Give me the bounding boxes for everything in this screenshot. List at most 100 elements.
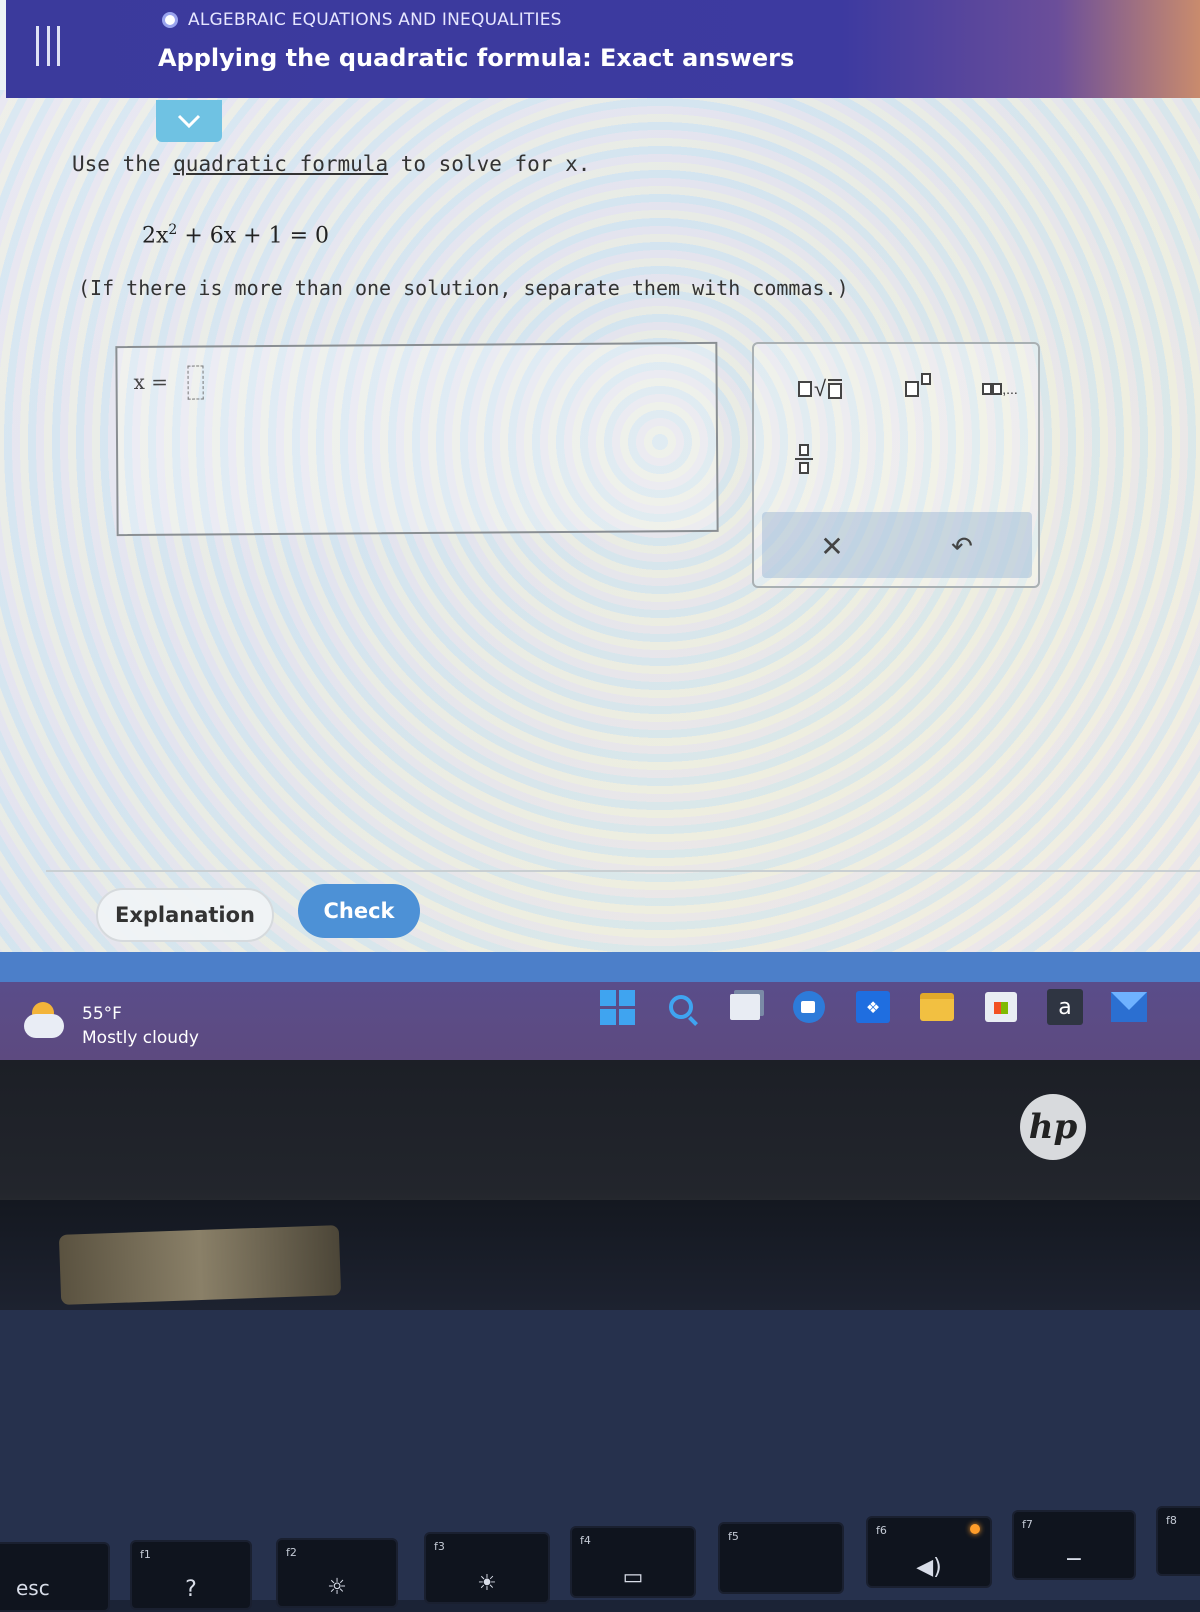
list-button[interactable]: ,... [960, 374, 1040, 404]
key-fn-label: f8 [1166, 1514, 1177, 1527]
screen: ALGEBRAIC EQUATIONS AND INEQUALITIES App… [0, 0, 1200, 1060]
help-icon: ? [185, 1577, 197, 1602]
denominator-box-icon [799, 462, 809, 474]
file-explorer-button[interactable] [918, 988, 956, 1026]
box-placeholder-icon [905, 381, 919, 397]
mail-app-button[interactable] [1110, 988, 1148, 1026]
equation-term: 2x [142, 223, 169, 249]
menu-button[interactable] [28, 26, 68, 68]
windows-logo-icon [599, 989, 635, 1025]
meet-app-button[interactable] [790, 988, 828, 1026]
key-f6[interactable]: f6 ◀) [866, 1516, 992, 1588]
menu-icon-bar [57, 26, 60, 66]
search-icon [669, 995, 693, 1019]
hp-logo: hp [1020, 1094, 1086, 1160]
topic-dot-icon [162, 12, 178, 28]
weather-temperature: 55°F [82, 1004, 122, 1024]
close-icon: ✕ [820, 530, 844, 562]
superscript-box-icon [921, 373, 931, 385]
key-f7[interactable]: f7 − [1012, 1510, 1136, 1580]
key-f5[interactable]: f5 [718, 1522, 844, 1594]
explanation-button[interactable]: Explanation [96, 888, 274, 942]
topic-label: ALGEBRAIC EQUATIONS AND INEQUALITIES [188, 10, 562, 30]
fraction-button[interactable] [774, 434, 834, 484]
box-placeholder-icon [992, 383, 1003, 395]
store-icon [985, 992, 1017, 1022]
menu-icon-bar [36, 26, 39, 66]
key-fn-label: f4 [580, 1534, 591, 1547]
taskbar-icons: ❖ a [598, 982, 1148, 1032]
prompt-text: Use the [72, 152, 174, 176]
page-title: Applying the quadratic formula: Exact an… [158, 44, 795, 72]
undo-button[interactable]: ↶ [932, 524, 992, 568]
key-fn-label: f5 [728, 1530, 739, 1543]
equation-term: + 6x + 1 = 0 [177, 223, 329, 249]
footer-divider [46, 870, 1200, 872]
mute-led-indicator [970, 1524, 980, 1534]
sqrt-icon: √ [813, 376, 827, 401]
volume-down-icon: − [1064, 1547, 1084, 1572]
quadratic-formula-link[interactable]: quadratic formula [173, 152, 388, 176]
prompt-text: to solve for x. [388, 152, 591, 176]
brightness-up-icon: ☀ [477, 1571, 497, 1596]
header-bar: ALGEBRAIC EQUATIONS AND INEQUALITIES App… [6, 0, 1200, 98]
key-label: esc [16, 1576, 50, 1600]
key-fn-label: f1 [140, 1548, 151, 1561]
answer-area[interactable]: x = [115, 341, 719, 537]
partly-cloudy-icon [24, 1002, 68, 1042]
undo-icon: ↶ [951, 530, 973, 561]
key-esc[interactable]: esc [0, 1542, 110, 1612]
collapse-toggle-button[interactable] [156, 100, 222, 142]
mute-icon: ◀) [916, 1555, 942, 1580]
palette-actions: ✕ ↶ [762, 512, 1032, 578]
laptop-bezel [0, 1060, 1200, 1220]
instruction-text: (If there is more than one solution, sep… [78, 276, 849, 300]
key-fn-label: f7 [1022, 1518, 1033, 1531]
box-placeholder-icon [982, 383, 993, 395]
chevron-down-icon [177, 114, 201, 129]
clear-button[interactable]: ✕ [802, 524, 862, 568]
taskbar: 55°F Mostly cloudy ❖ a [0, 952, 1200, 1060]
topic-breadcrumb: ALGEBRAIC EQUATIONS AND INEQUALITIES [162, 10, 562, 30]
weather-description: Mostly cloudy [82, 1028, 199, 1048]
answer-label: x = [133, 369, 169, 394]
amazon-icon: a [1047, 989, 1083, 1025]
start-button[interactable] [598, 988, 636, 1026]
check-button[interactable]: Check [298, 884, 420, 938]
list-ellipsis: ,... [1002, 381, 1018, 397]
video-call-icon [793, 991, 825, 1023]
equation: 2x2 + 6x + 1 = 0 [142, 222, 329, 248]
keyboard-deck: esc f1 ? f2 ☼ f3 ☀ f4 ▭ f5 f6 ◀) f7 − f8 [0, 1310, 1200, 1612]
weather-widget[interactable]: 55°F Mostly cloudy [24, 1002, 199, 1050]
exponent-button[interactable] [878, 373, 958, 404]
answer-input[interactable] [187, 365, 204, 400]
box-placeholder-icon [797, 381, 812, 397]
task-view-button[interactable] [726, 988, 764, 1026]
menu-icon-bar [46, 26, 50, 66]
folder-icon [920, 993, 954, 1021]
math-palette: √ ,... ✕ ↶ [752, 342, 1040, 588]
dropbox-app-button[interactable]: ❖ [854, 988, 892, 1026]
square-root-button[interactable]: √ [770, 374, 870, 404]
brightness-down-icon: ☼ [327, 1575, 347, 1600]
amazon-app-button[interactable]: a [1046, 988, 1084, 1026]
key-fn-label: f2 [286, 1546, 297, 1559]
mail-icon [1111, 992, 1147, 1022]
key-f8[interactable]: f8 [1156, 1506, 1200, 1576]
key-fn-label: f3 [434, 1540, 445, 1553]
store-app-button[interactable] [982, 988, 1020, 1026]
display-switch-icon: ▭ [622, 1565, 644, 1590]
key-fn-label: f6 [876, 1524, 887, 1537]
box-placeholder-icon [828, 383, 843, 399]
hinge-bracket [58, 1225, 342, 1305]
task-view-icon [730, 994, 760, 1020]
numerator-box-icon [799, 444, 809, 456]
fraction-bar-icon [795, 458, 813, 460]
question-prompt: Use the quadratic formula to solve for x… [72, 152, 590, 176]
key-f3[interactable]: f3 ☀ [424, 1532, 550, 1604]
equation-exponent: 2 [168, 222, 178, 238]
key-f2[interactable]: f2 ☼ [276, 1538, 398, 1608]
search-button[interactable] [662, 988, 700, 1026]
dropbox-icon: ❖ [856, 991, 890, 1023]
key-f4[interactable]: f4 ▭ [570, 1526, 696, 1598]
